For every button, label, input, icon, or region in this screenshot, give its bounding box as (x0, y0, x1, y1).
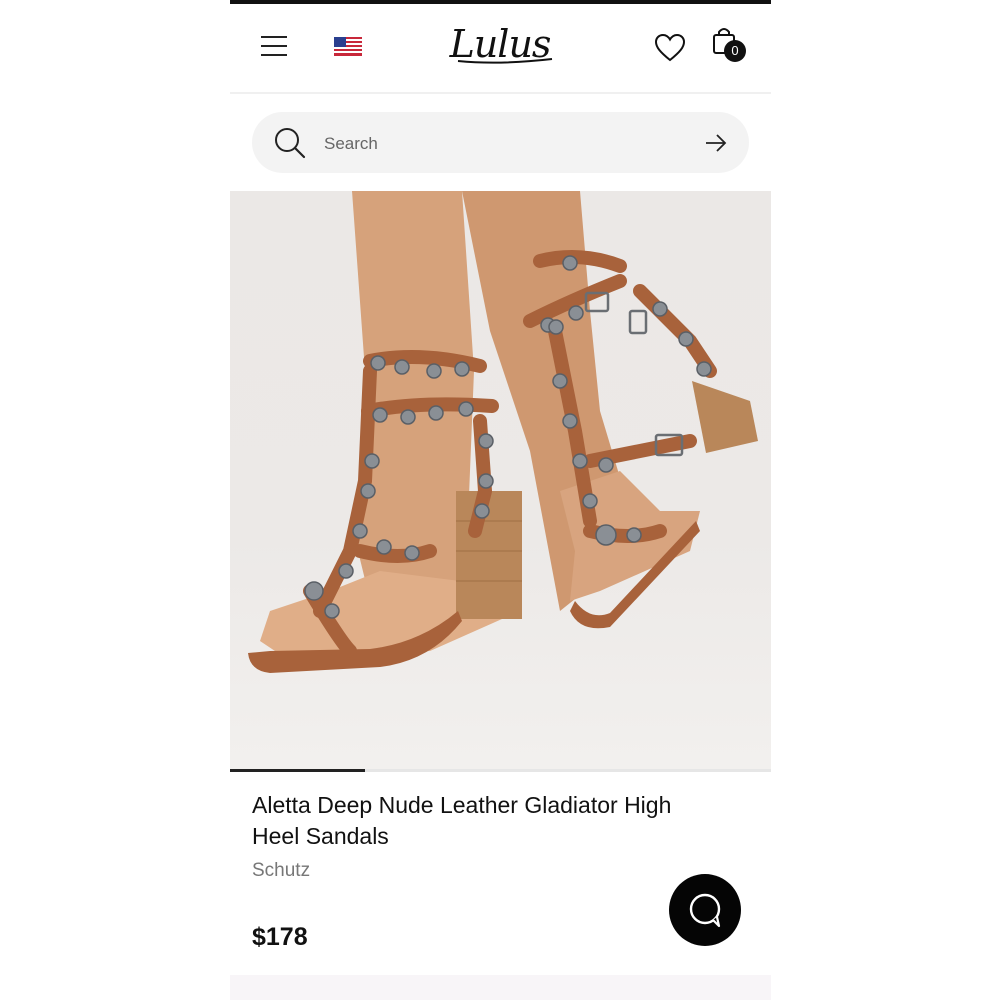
shopping-bag-button[interactable]: 0 (712, 26, 752, 66)
chat-button[interactable] (669, 874, 741, 946)
product-title: Aletta Deep Nude Leather Gladiator High … (252, 792, 672, 849)
logo-wordmark: Lulus (449, 22, 553, 66)
site-header: Lulus 0 (230, 4, 771, 94)
product-image[interactable] (230, 191, 771, 769)
us-flag-icon[interactable] (334, 37, 362, 56)
search-input[interactable] (322, 128, 696, 160)
heart-icon[interactable] (655, 34, 685, 62)
chat-bubble-icon (689, 893, 721, 928)
product-brand[interactable]: Schutz (252, 860, 310, 882)
sandals-illustration (248, 191, 758, 673)
product-price: $178 (252, 923, 308, 951)
search-icon[interactable] (274, 127, 306, 159)
image-carousel-progress[interactable] (230, 769, 771, 772)
carousel-progress-fill (230, 769, 366, 772)
lulus-logo[interactable]: Lulus (430, 16, 570, 76)
mobile-page: Lulus 0 Search Aletta Deep Nude Leather … (230, 0, 771, 1000)
arrow-right-icon[interactable] (704, 132, 728, 154)
bottom-strip (230, 975, 771, 1000)
hamburger-menu-icon[interactable] (261, 36, 287, 56)
bag-count-badge: 0 (724, 40, 746, 62)
search-bar[interactable] (252, 112, 749, 173)
logo-text: Lulus (449, 22, 551, 66)
